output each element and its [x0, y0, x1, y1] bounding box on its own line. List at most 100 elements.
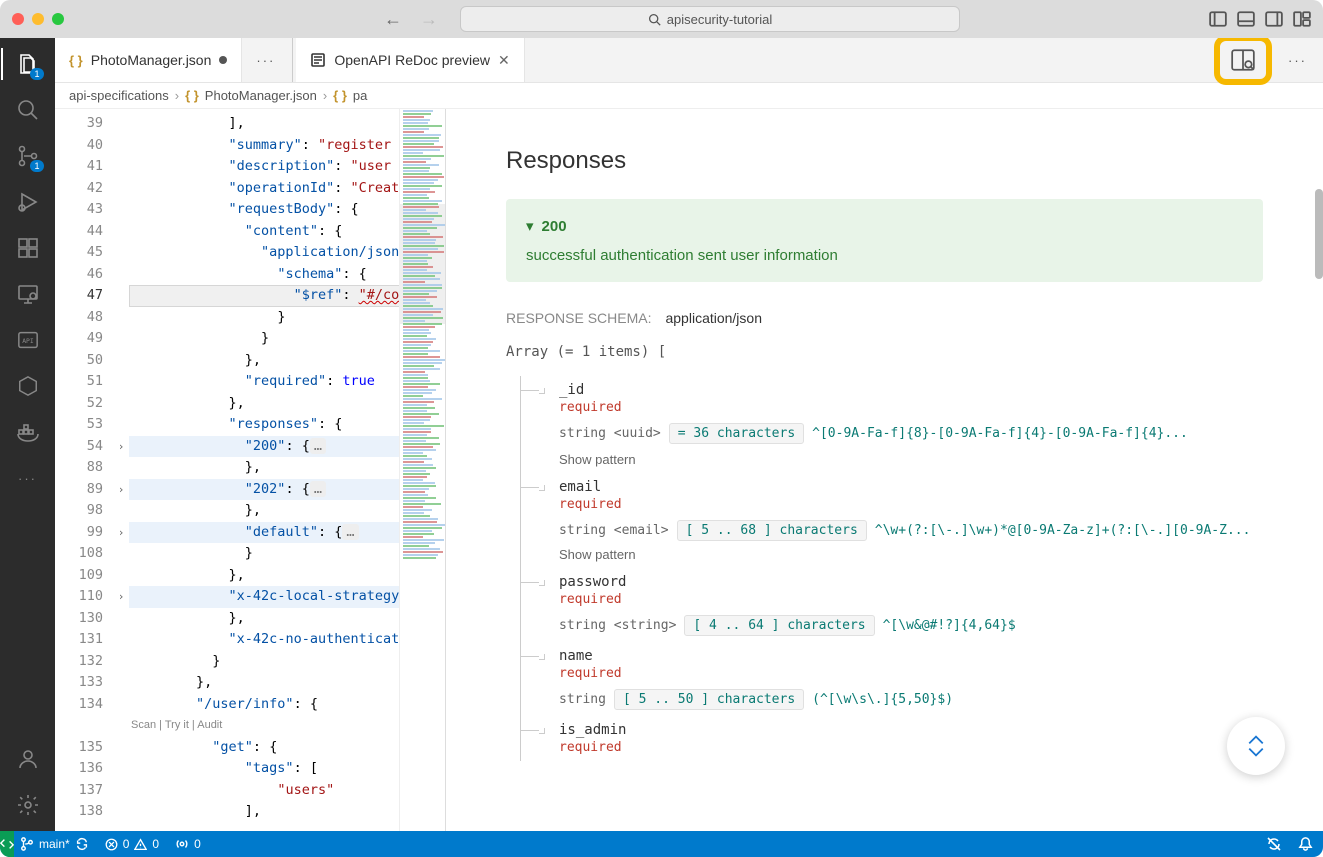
no-sync-icon[interactable] — [1266, 836, 1282, 852]
code-line[interactable]: "requestBody": { — [129, 199, 445, 221]
layout-right-icon[interactable] — [1265, 10, 1283, 28]
code-line[interactable]: "get": { — [129, 737, 445, 759]
code-line[interactable]: }, — [129, 672, 445, 694]
code-line[interactable]: ], — [129, 801, 445, 823]
git-branch-icon — [20, 837, 34, 851]
code-line[interactable]: }, — [129, 565, 445, 587]
code-line[interactable]: "schema": { — [129, 264, 445, 286]
open-preview-icon[interactable] — [1230, 47, 1256, 73]
code-line[interactable]: } — [129, 307, 445, 329]
chevron-down-icon[interactable]: ▾ — [526, 217, 534, 235]
minimap[interactable] — [399, 109, 445, 831]
layout-left-icon[interactable] — [1209, 10, 1227, 28]
close-tab-icon[interactable]: ✕ — [498, 52, 510, 69]
close-window-icon[interactable] — [12, 13, 24, 25]
required-label: required — [559, 666, 1263, 681]
source-control-icon[interactable]: 1 — [14, 142, 42, 170]
fold-chevron-icon[interactable]: › — [113, 586, 129, 608]
line-number: 47 — [55, 285, 103, 307]
code-line[interactable]: }, — [129, 457, 445, 479]
code-line[interactable]: "x-42c-local-strategy — [129, 586, 445, 608]
code-line[interactable]: } — [129, 651, 445, 673]
scrollbar-thumb[interactable] — [1315, 189, 1323, 279]
fold-chevron-icon[interactable]: › — [113, 436, 129, 458]
fold-chevron-icon[interactable]: › — [113, 522, 129, 544]
accounts-icon[interactable] — [14, 745, 42, 773]
code-line[interactable]: "$ref": "#/co — [129, 285, 445, 307]
field-name: password — [559, 574, 1263, 590]
show-pattern-link[interactable]: Show pattern — [559, 547, 636, 562]
explorer-icon[interactable]: 1 — [14, 50, 42, 78]
code-line[interactable]: }, — [129, 393, 445, 415]
code-line[interactable]: "required": true — [129, 371, 445, 393]
fold-chevron-icon[interactable]: › — [113, 479, 129, 501]
ports-indicator[interactable]: 0 — [175, 837, 201, 851]
code-line[interactable]: } — [129, 328, 445, 350]
scroll-fab[interactable] — [1227, 717, 1285, 775]
code-line[interactable]: "x-42c-no-authenticat — [129, 629, 445, 651]
breadcrumb-symbol[interactable]: pa — [353, 88, 367, 103]
minimize-window-icon[interactable] — [32, 13, 44, 25]
breadcrumb[interactable]: api-specifications › { } PhotoManager.js… — [55, 83, 1323, 109]
code-content[interactable]: ], "summary": "register "description": "… — [129, 109, 445, 831]
code-editor[interactable]: 3940414243444546474849505152535488899899… — [55, 109, 446, 831]
bell-icon[interactable] — [1298, 836, 1313, 851]
maximize-window-icon[interactable] — [52, 13, 64, 25]
remote-explorer-icon[interactable] — [14, 280, 42, 308]
breadcrumb-file[interactable]: PhotoManager.json — [205, 88, 317, 103]
layout-customize-icon[interactable] — [1293, 10, 1311, 28]
42crunch-icon[interactable] — [14, 372, 42, 400]
field-name: name — [559, 648, 1263, 664]
more-activity-icon[interactable]: ··· — [14, 464, 42, 492]
response-200-box[interactable]: ▾ 200 successful authentication sent use… — [506, 199, 1263, 282]
schema-field[interactable]: passwordrequiredstring <string>[ 4 .. 64… — [520, 568, 1263, 642]
code-line[interactable]: "content": { — [129, 221, 445, 243]
command-center[interactable]: apisecurity-tutorial — [460, 6, 960, 32]
run-debug-icon[interactable] — [14, 188, 42, 216]
code-line[interactable]: "application/json — [129, 242, 445, 264]
schema-field[interactable]: emailrequiredstring <email>[ 5 .. 68 ] c… — [520, 473, 1263, 568]
field-name: is_admin — [559, 722, 1263, 738]
show-pattern-link[interactable]: Show pattern — [559, 452, 636, 467]
back-icon[interactable]: ← — [384, 9, 402, 30]
breadcrumb-folder[interactable]: api-specifications — [69, 88, 169, 103]
tab-redoc-preview[interactable]: OpenAPI ReDoc preview ✕ — [296, 38, 524, 82]
code-line[interactable]: "tags": [ — [129, 758, 445, 780]
schema-field[interactable]: namerequiredstring[ 5 .. 50 ] characters… — [520, 642, 1263, 716]
redoc-preview: Responses ▾ 200 successful authenticatio… — [446, 109, 1323, 831]
docker-icon[interactable] — [14, 418, 42, 446]
line-number: 98 — [55, 500, 103, 522]
extensions-icon[interactable] — [14, 234, 42, 262]
settings-gear-icon[interactable] — [14, 791, 42, 819]
code-line[interactable]: "202": {… — [129, 479, 445, 501]
code-line[interactable]: ], — [129, 113, 445, 135]
tab-photomanager[interactable]: { } PhotoManager.json — [55, 38, 242, 82]
schema-field[interactable]: is_adminrequired — [520, 716, 1263, 761]
api-icon[interactable]: API — [14, 326, 42, 354]
problems-indicator[interactable]: 0 0 — [105, 837, 159, 851]
search-activity-icon[interactable] — [14, 96, 42, 124]
sync-icon[interactable] — [75, 837, 89, 851]
code-line[interactable]: "users" — [129, 780, 445, 802]
forward-icon[interactable]: → — [420, 9, 438, 30]
remote-indicator[interactable] — [0, 831, 14, 857]
code-line[interactable]: }, — [129, 608, 445, 630]
code-line[interactable]: "operationId": "Creat — [129, 178, 445, 200]
code-line[interactable]: "summary": "register — [129, 135, 445, 157]
line-number: 51 — [55, 371, 103, 393]
code-line[interactable]: }, — [129, 500, 445, 522]
code-line[interactable]: "description": "user — [129, 156, 445, 178]
preview-more-icon[interactable]: ··· — [1288, 53, 1307, 68]
code-line[interactable]: "responses": { — [129, 414, 445, 436]
editor-more-icon[interactable]: ··· — [256, 53, 275, 68]
code-line[interactable]: } — [129, 543, 445, 565]
schema-field[interactable]: _idrequiredstring <uuid>= 36 characters^… — [520, 376, 1263, 473]
code-line[interactable]: "/user/info": { — [129, 694, 445, 716]
branch-indicator[interactable]: main* — [20, 837, 89, 851]
code-line[interactable]: }, — [129, 350, 445, 372]
line-number: 133 — [55, 672, 103, 694]
code-lens[interactable]: Scan | Try it | Audit — [129, 715, 445, 737]
layout-bottom-icon[interactable] — [1237, 10, 1255, 28]
code-line[interactable]: "200": {… — [129, 436, 445, 458]
code-line[interactable]: "default": {… — [129, 522, 445, 544]
